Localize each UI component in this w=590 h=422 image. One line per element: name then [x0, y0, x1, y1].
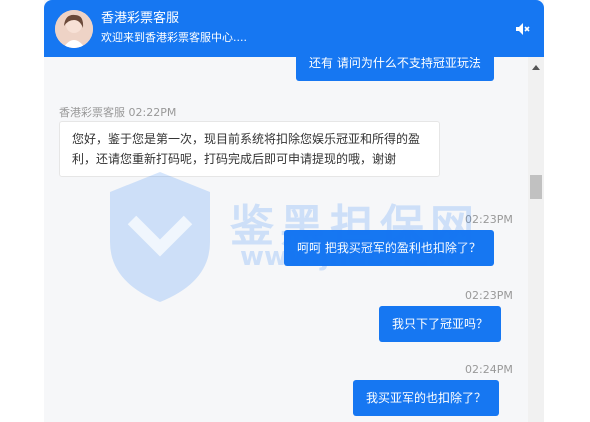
message-bubble-outgoing: 呵呵 把我买冠军的盈利也扣除了？: [284, 230, 494, 266]
chat-scrollbar[interactable]: [528, 57, 544, 422]
message-text: 呵呵 把我买冠军的盈利也扣除了？: [297, 241, 481, 255]
message-bubble-incoming: 您好，鉴于您是第一次，现目前系统将扣除您娱乐冠亚和所得的盈利，还请您重新打码呢，…: [59, 121, 440, 177]
header-subtitle: 欢迎来到香港彩票客服中心....: [101, 31, 247, 44]
message-time: 02:23PM: [465, 289, 513, 302]
message-sender: 香港彩票客服 02:22PM: [59, 104, 176, 120]
message-list[interactable]: 还有 请问为什么不支持冠亚玩法 香港彩票客服 02:22PM 您好，鉴于您是第一…: [44, 57, 528, 422]
message-bubble-outgoing: 我买亚军的也扣除了？: [353, 380, 500, 416]
message-text: 您好，鉴于您是第一次，现目前系统将扣除您娱乐冠亚和所得的盈利，还请您重新打码呢，…: [72, 132, 421, 166]
scrollbar-thumb[interactable]: [530, 175, 542, 199]
header-title: 香港彩票客服: [101, 11, 180, 26]
agent-avatar-icon: [55, 10, 93, 48]
speaker-mute-icon[interactable]: [514, 20, 532, 38]
chat-window: 香港彩票客服 欢迎来到香港彩票客服中心.... 还有 请问为什么不支持冠亚玩法 …: [44, 0, 544, 422]
message-time: 02:22PM: [128, 106, 177, 119]
message-bubble-outgoing: 还有 请问为什么不支持冠亚玩法: [296, 57, 494, 81]
chat-header: 香港彩票客服 欢迎来到香港彩票客服中心....: [44, 0, 544, 57]
message-time: 02:23PM: [465, 213, 513, 226]
message-bubble-outgoing: 我只下了冠亚吗？: [379, 306, 502, 342]
message-text: 还有 请问为什么不支持冠亚玩法: [309, 57, 481, 70]
scroll-up-arrow-icon[interactable]: [532, 65, 540, 70]
message-time: 02:24PM: [465, 363, 513, 376]
message-text: 我买亚军的也扣除了？: [366, 391, 487, 405]
message-text: 我只下了冠亚吗？: [392, 317, 489, 331]
sender-name: 香港彩票客服: [59, 106, 125, 119]
